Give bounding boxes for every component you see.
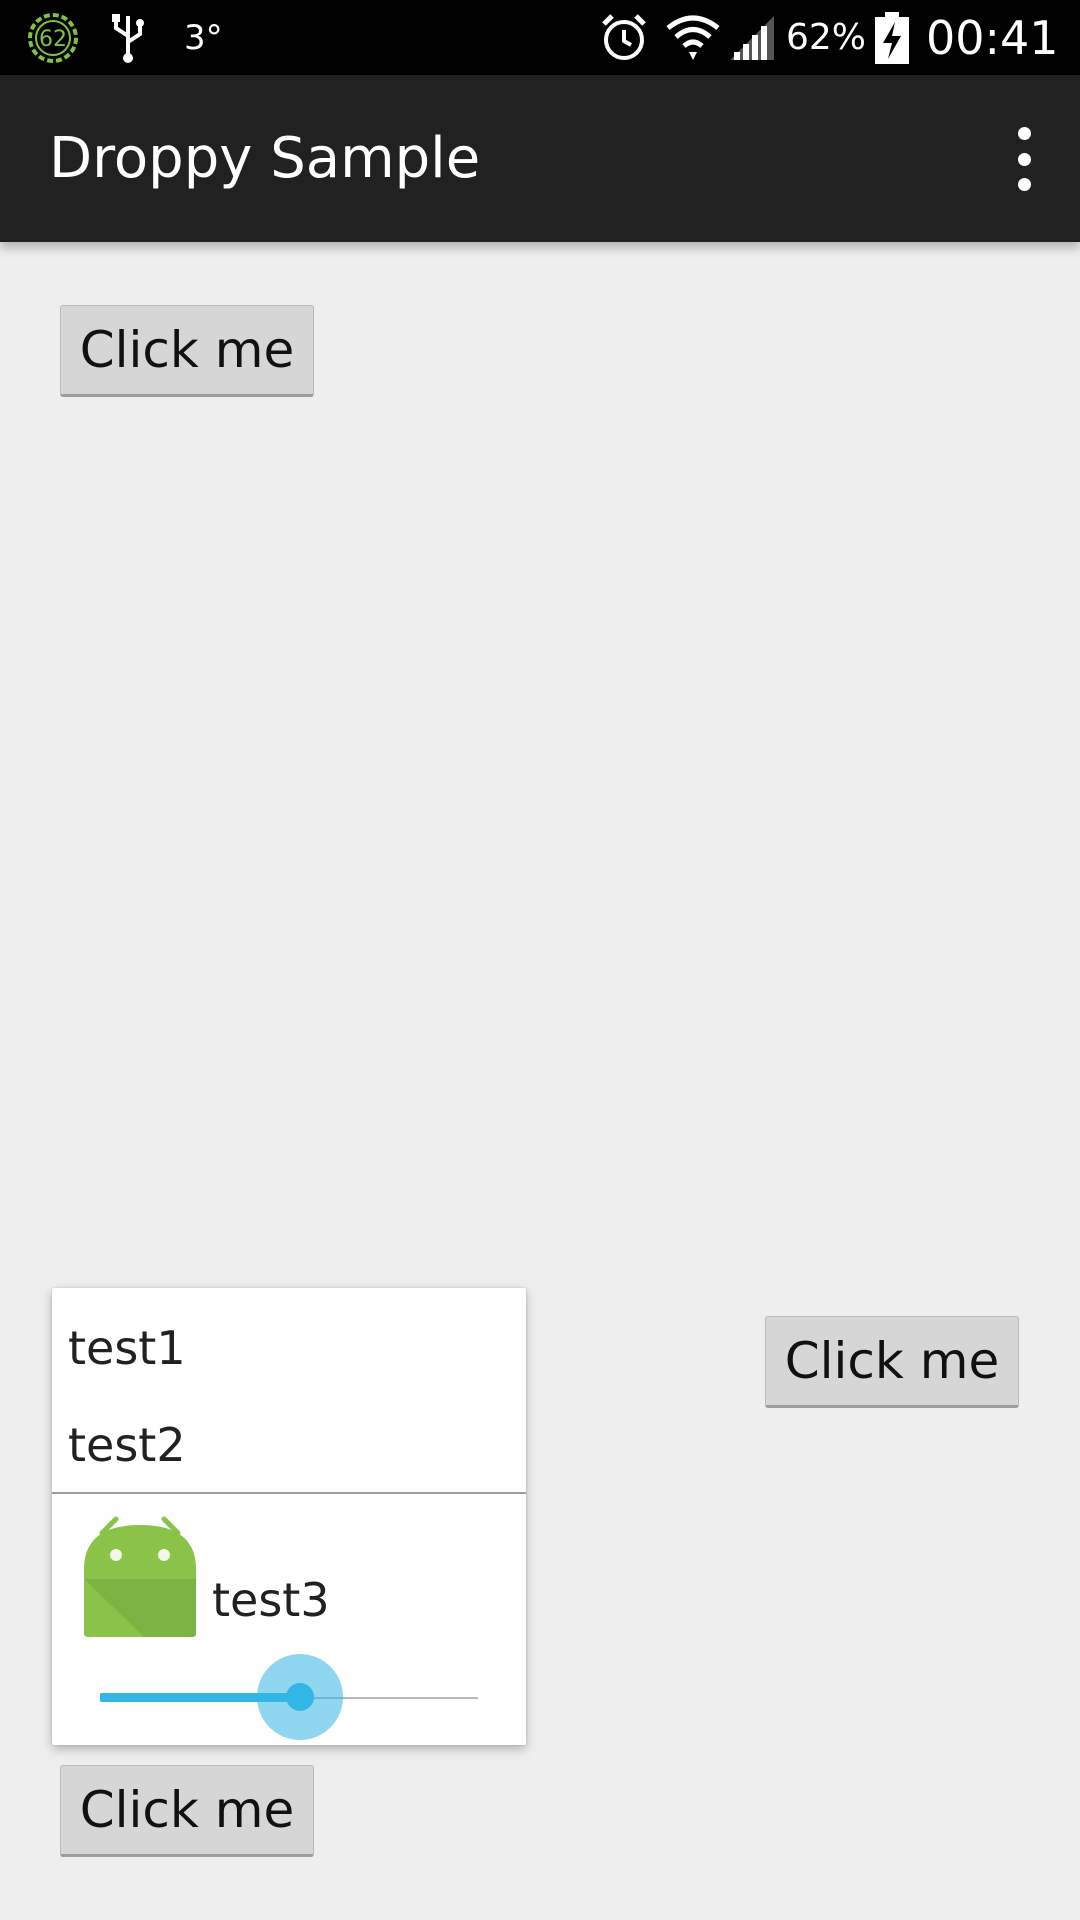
menu-item-test3-label: test3 bbox=[212, 1573, 330, 1627]
menu-item-test2[interactable]: test2 bbox=[52, 1398, 526, 1492]
clock: 00:41 bbox=[926, 10, 1059, 65]
battery-percent: 62% bbox=[786, 17, 867, 58]
battery-ring-icon: 62 bbox=[26, 0, 80, 75]
notification-badge: 62 bbox=[39, 27, 67, 52]
android-robot-icon bbox=[84, 1516, 196, 1637]
more-vert-icon[interactable] bbox=[1002, 127, 1046, 191]
usb-icon bbox=[110, 0, 146, 75]
divider bbox=[52, 1492, 526, 1494]
wifi-icon bbox=[664, 0, 722, 75]
signal-icon bbox=[728, 0, 776, 75]
alarm-icon bbox=[598, 0, 650, 75]
click-me-button-bottom[interactable]: Click me bbox=[60, 1765, 314, 1857]
status-bar: 62 3° 62% 00:41 bbox=[0, 0, 1080, 75]
battery-charging-icon bbox=[872, 0, 912, 75]
click-me-button-right[interactable]: Click me bbox=[765, 1316, 1019, 1408]
click-me-button-top[interactable]: Click me bbox=[60, 305, 314, 397]
menu-item-test1[interactable]: test1 bbox=[52, 1298, 526, 1398]
temperature-text: 3° bbox=[184, 17, 223, 58]
app-bar: Droppy Sample bbox=[0, 75, 1080, 242]
app-title: Droppy Sample bbox=[49, 126, 481, 191]
